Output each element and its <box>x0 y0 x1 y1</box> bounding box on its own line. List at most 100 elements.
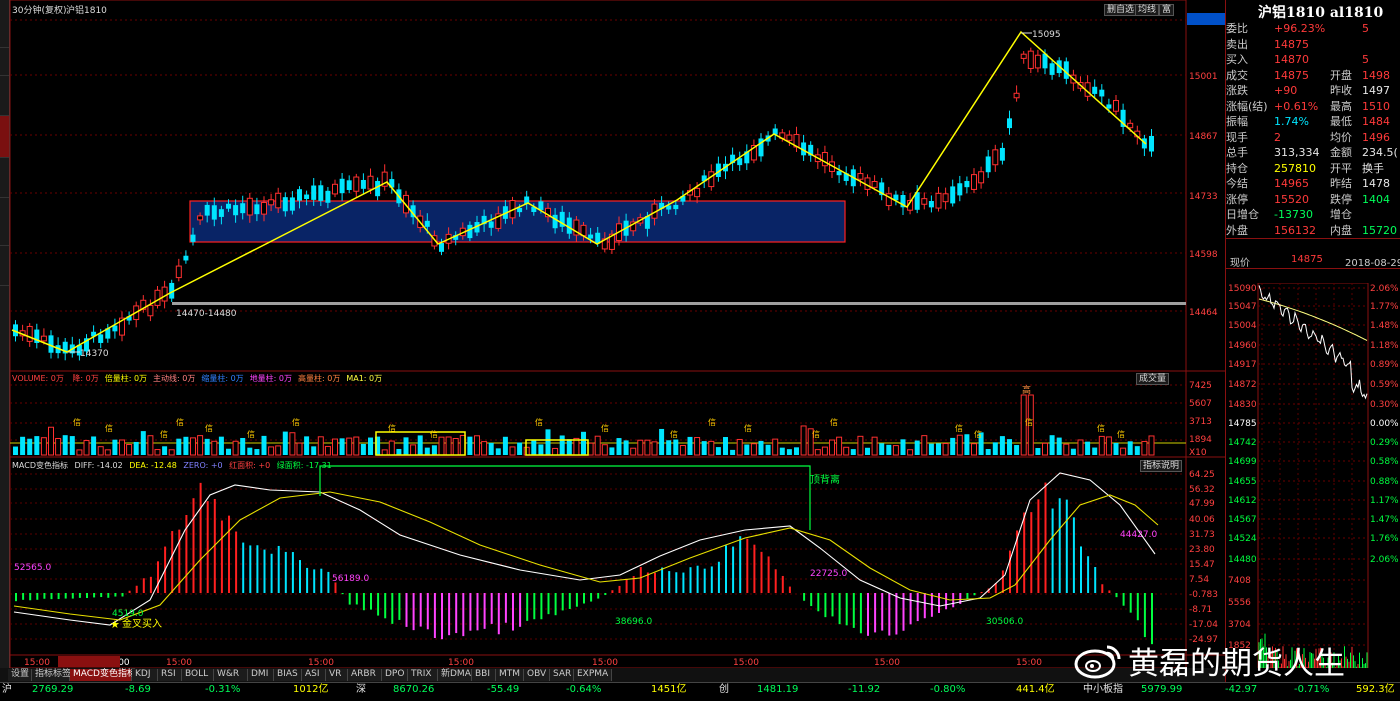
candle <box>857 173 864 180</box>
quote-field: 1498 <box>1362 68 1390 82</box>
intraday-pct-tick: 0.88% <box>1370 477 1399 487</box>
intraday-price-tick: 14960 <box>1228 341 1257 351</box>
indicator-tab[interactable]: OBV <box>524 669 550 681</box>
quote-field: 5 <box>1362 22 1369 35</box>
quote-field: 今结 <box>1226 177 1248 190</box>
status-field: 1481.19 <box>757 684 799 695</box>
quote-field: 换手 <box>1362 161 1384 175</box>
macd-label-e: 38696.0 <box>615 617 652 627</box>
candle <box>1092 86 1098 94</box>
candle <box>673 204 679 210</box>
candle <box>1020 53 1027 59</box>
status-field: -11.92 <box>848 684 881 695</box>
indicator-tab[interactable]: DPO <box>382 669 408 681</box>
candle <box>240 203 246 214</box>
quote-field: 15520 <box>1274 192 1309 206</box>
quote-field: 开盘 <box>1330 68 1352 82</box>
indicator-tab[interactable]: DMI <box>248 669 274 681</box>
intraday-price-tick: 14830 <box>1228 400 1257 410</box>
candle <box>332 183 338 195</box>
quote-title: 沪铝1810 al1810 <box>1258 5 1384 21</box>
quote-row: 持仓 257810 开平 换手 <box>1226 161 1400 177</box>
intraday-pct-tick: 2.06% <box>1370 284 1399 294</box>
indicator-help-button[interactable]: 指标说明 <box>1140 460 1183 472</box>
intraday-pct-tick: 2.06% <box>1370 555 1399 565</box>
indicator-tab[interactable]: MTM <box>496 669 524 681</box>
current-price-label: 现价 <box>1230 258 1250 269</box>
indicator-tab[interactable]: SAR <box>550 669 574 681</box>
candle <box>175 265 182 279</box>
time-tick-label: 15:00 <box>24 658 50 668</box>
indicator-tab[interactable]: 新DMA <box>438 669 472 681</box>
indicator-tab[interactable]: BOLL <box>182 669 214 681</box>
indicator-tab[interactable]: EXPMA <box>574 669 612 681</box>
candle <box>942 193 949 203</box>
extra-button[interactable]: 富 <box>1159 4 1175 16</box>
indicator-tab[interactable]: BBI <box>472 669 496 681</box>
status-field: -0.80% <box>930 684 966 695</box>
indicator-tab[interactable]: 指标标签 <box>32 669 71 681</box>
candle <box>233 205 239 216</box>
quote-field: 内盘 <box>1330 223 1352 237</box>
indicator-tab[interactable]: ASI <box>302 669 326 681</box>
status-field: -0.71% <box>1294 684 1330 695</box>
status-field: 创 <box>719 684 729 695</box>
chart-period: 30分钟(复权) <box>12 6 67 16</box>
candle <box>978 171 985 184</box>
candle <box>1113 100 1119 112</box>
volume-indicator-button[interactable]: 成交量 <box>1136 373 1170 385</box>
moving-average-button[interactable]: 均线 <box>1135 4 1160 16</box>
volume-signal-mark: 信 <box>830 417 838 427</box>
quote-field: 增仓 <box>1330 208 1352 221</box>
candle <box>268 199 275 206</box>
candle <box>353 176 360 192</box>
volume-signal-mark: 信 <box>812 429 820 439</box>
price-tick-label: 14867 <box>1189 132 1218 142</box>
quote-field: 买入 <box>1226 53 1248 66</box>
quote-row: 日增仓 -13730 增仓 <box>1226 207 1400 223</box>
candle <box>211 205 217 220</box>
remove-watchlist-button[interactable]: 删自选 <box>1104 4 1138 16</box>
candle <box>204 204 210 216</box>
indicator-tab[interactable]: VR <box>326 669 348 681</box>
candle <box>1049 63 1055 75</box>
quote-field: 最高 <box>1330 99 1352 113</box>
indicator-tab[interactable]: RSI <box>158 669 182 681</box>
quote-field: 委比 <box>1226 22 1248 35</box>
indicator-tab[interactable]: MACD变色指标 <box>70 669 136 681</box>
quote-field: 1.74% <box>1274 115 1309 128</box>
volume-signal-mark: 信 <box>535 417 543 427</box>
candle <box>147 304 154 317</box>
volume-signal-mark: 信 <box>1025 417 1033 427</box>
quote-row: 总手 313,334 金额 234.5( <box>1226 145 1400 161</box>
candle <box>928 201 934 208</box>
quote-row: 买入 14870 5 <box>1226 52 1400 68</box>
volume-signal-mark: 信 <box>974 429 982 439</box>
candle <box>311 185 317 200</box>
indicator-tab[interactable]: KDJ <box>132 669 158 681</box>
intraday-price-tick: 14480 <box>1228 555 1257 565</box>
quote-field: 14965 <box>1274 177 1309 190</box>
volume-tick-label: 3713 <box>1189 417 1212 427</box>
indicator-tab[interactable]: 设置 <box>8 669 32 681</box>
volume-signal-mark: 信 <box>955 423 963 433</box>
current-price-value: 14875 <box>1291 254 1323 265</box>
intraday-price-tick: 14655 <box>1228 477 1257 487</box>
quote-field: 成交 <box>1226 68 1248 82</box>
market-status-bar: 沪 2769.29 -8.69 -0.31% 1012亿 深 8670.26 -55.49 -0… <box>0 682 1400 701</box>
candle <box>424 220 430 227</box>
volume-signal-mark: 信 <box>292 417 300 427</box>
indicator-tab[interactable]: TRIX <box>408 669 438 681</box>
watermark: 黄磊的期货人生 <box>1073 640 1345 682</box>
intraday-price-tick: 14742 <box>1228 438 1257 448</box>
macd-tick-label: 7.54 <box>1189 575 1209 585</box>
macd-tick-label: -17.04 <box>1189 620 1218 630</box>
intraday-price-tick: 15090 <box>1228 284 1257 294</box>
indicator-tab[interactable]: BIAS <box>274 669 302 681</box>
indicator-tab[interactable]: ARBR <box>348 669 382 681</box>
volume-legend-item: 倍量柱: 0万 <box>104 374 148 383</box>
indicator-tab[interactable]: W&R <box>214 669 248 681</box>
quote-field: 5 <box>1362 53 1369 66</box>
intraday-price-tick: 14785 <box>1228 419 1257 429</box>
quote-field: +0.61% <box>1274 99 1319 113</box>
